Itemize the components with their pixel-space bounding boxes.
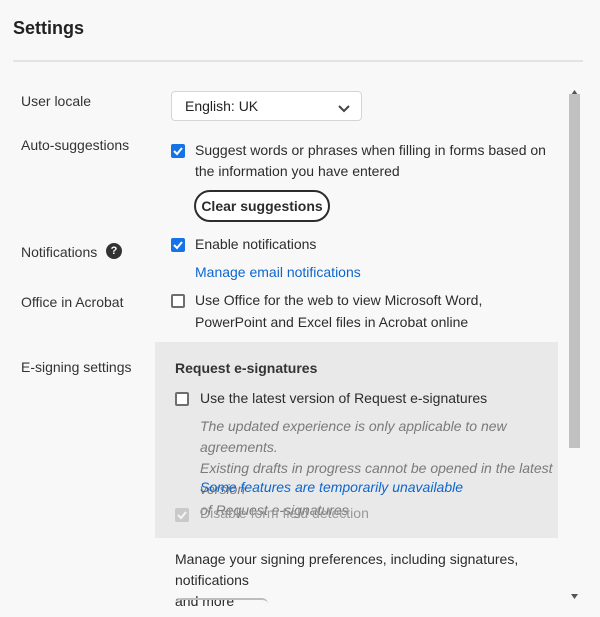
update-note-line1: The updated experience is only applicabl… — [200, 418, 507, 455]
office-in-acrobat-label: Office in Acrobat — [21, 294, 124, 310]
notifications-label: Notifications — [21, 244, 98, 260]
page-title: Settings — [13, 18, 85, 38]
office-web-text-line2: PowerPoint and Excel files in Acrobat on… — [195, 314, 469, 330]
manage-email-notifications-link[interactable]: Manage email notifications — [195, 264, 361, 280]
scroll-down-arrow-icon[interactable] — [571, 586, 578, 604]
settings-content: User locale English: UK Auto-suggestions… — [0, 62, 567, 617]
user-locale-label: User locale — [21, 93, 92, 109]
auto-suggestions-label: Auto-suggestions — [21, 137, 130, 153]
scrollbar-thumb[interactable] — [569, 94, 580, 448]
enable-notifications-checkbox[interactable] — [171, 238, 185, 252]
auto-suggestions-checkbox[interactable] — [171, 144, 185, 158]
request-esignatures-panel: Request e-signatures Use the latest vers… — [155, 342, 558, 538]
latest-version-text: Use the latest version of Request e-sign… — [200, 390, 488, 406]
user-locale-value: English: UK — [185, 98, 259, 114]
disable-form-detection-checkbox — [175, 508, 189, 522]
esigning-settings-label: E-signing settings — [21, 359, 132, 375]
enable-notifications-text: Enable notifications — [195, 236, 317, 252]
latest-version-checkbox[interactable] — [175, 392, 189, 406]
vertical-scrollbar[interactable] — [567, 78, 582, 600]
request-esignatures-heading: Request e-signatures — [175, 360, 318, 376]
features-unavailable-link[interactable]: Some features are temporarily unavailabl… — [200, 479, 463, 495]
user-locale-select[interactable]: English: UK — [171, 91, 362, 121]
office-web-text-line1: Use Office for the web to view Microsoft… — [195, 292, 483, 308]
manage-signing-line1: Manage your signing preferences, includi… — [175, 551, 519, 588]
chevron-down-icon — [338, 101, 350, 117]
auto-suggestions-text-line1: Suggest words or phrases when filling in… — [195, 142, 546, 158]
signing-preferences-button[interactable] — [175, 598, 268, 604]
help-icon[interactable]: ? — [106, 243, 122, 259]
disable-form-detection-text: Disable form field detection — [200, 505, 369, 521]
clear-suggestions-button[interactable]: Clear suggestions — [194, 190, 330, 222]
auto-suggestions-text-line2: the information you have entered — [195, 163, 400, 179]
office-web-checkbox[interactable] — [171, 294, 185, 308]
